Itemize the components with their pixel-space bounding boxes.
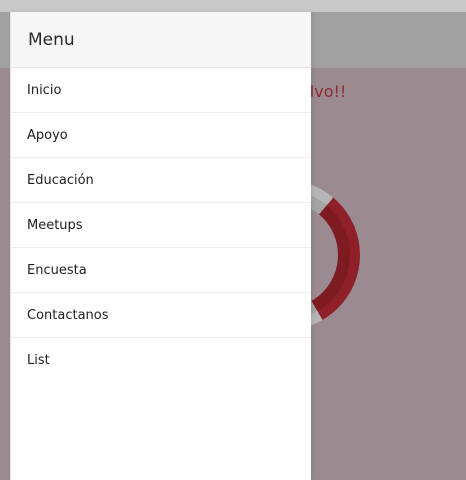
- menu-item-label: Inicio: [27, 82, 62, 98]
- menu-item-label: Encuesta: [27, 262, 87, 278]
- app-viewport: alvo!! Menu Inicio Apoyo Educación Meetu…: [0, 0, 466, 480]
- menu-item-apoyo[interactable]: Apoyo: [11, 113, 311, 158]
- menu-item-inicio[interactable]: Inicio: [11, 68, 311, 113]
- menu-item-educacion[interactable]: Educación: [11, 158, 311, 203]
- menu-item-label: Educación: [27, 172, 94, 188]
- menu-item-encuesta[interactable]: Encuesta: [11, 248, 311, 293]
- side-menu-drawer: Menu Inicio Apoyo Educación Meetups Encu…: [10, 12, 311, 480]
- menu-item-label: Contactanos: [27, 307, 109, 323]
- menu-item-label: Meetups: [27, 217, 83, 233]
- menu-item-list[interactable]: List: [11, 338, 311, 383]
- drawer-header: Menu: [11, 12, 311, 68]
- menu-item-contactanos[interactable]: Contactanos: [11, 293, 311, 338]
- menu-list: Inicio Apoyo Educación Meetups Encuesta …: [11, 68, 311, 383]
- menu-item-label: List: [27, 353, 50, 368]
- drawer-title: Menu: [28, 29, 75, 50]
- menu-item-label: Apoyo: [27, 127, 68, 143]
- menu-item-meetups[interactable]: Meetups: [11, 203, 311, 248]
